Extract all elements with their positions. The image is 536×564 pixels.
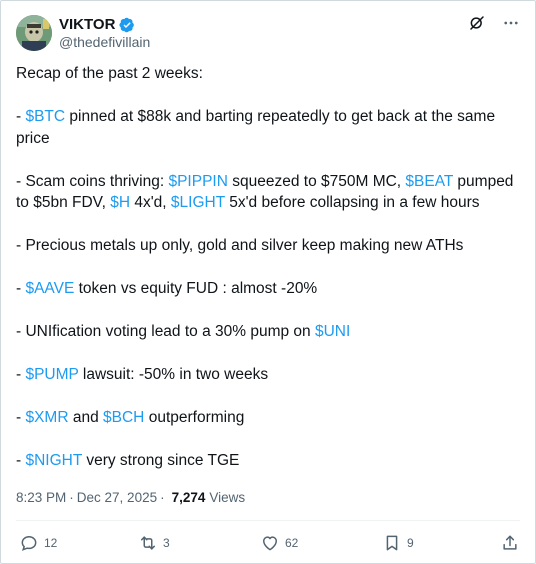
meta-separator: ·	[160, 490, 165, 505]
cashtag-night[interactable]: $NIGHT	[25, 452, 82, 469]
tweet-time[interactable]: 8:23 PM	[16, 490, 66, 505]
more-options-icon[interactable]	[501, 13, 521, 33]
tweet-intro: Recap of the past 2 weeks:	[16, 65, 203, 82]
tweet-meta: 8:23 PM · Dec 27, 2025 · 7,274 Views	[16, 490, 245, 505]
tweet-card: VIKTOR @thedefivillain Recap of the past…	[0, 0, 536, 564]
cashtag-xmr[interactable]: $XMR	[25, 409, 68, 426]
reply-button[interactable]: 12	[19, 533, 57, 553]
reply-count: 12	[44, 536, 58, 550]
tweet-date[interactable]: Dec 27, 2025	[77, 490, 157, 505]
bookmark-count: 9	[407, 536, 414, 550]
heart-icon	[263, 536, 277, 551]
share-button[interactable]	[500, 533, 520, 553]
item-text: lawsuit: -50% in two weeks	[78, 366, 269, 383]
bookmark-button[interactable]: 9	[382, 533, 414, 553]
item-text: 5x'd before collapsing in a few hours	[224, 194, 480, 211]
author-name-row: VIKTOR	[59, 16, 135, 33]
verified-badge-icon	[119, 17, 135, 33]
action-bar: 12 3 62 9	[1, 533, 535, 557]
cashtag-bch[interactable]: $BCH	[103, 409, 144, 426]
tweet-item-pump: - $PUMP lawsuit: -50% in two weeks	[16, 364, 522, 386]
cashtag-aave[interactable]: $AAVE	[25, 280, 74, 297]
cashtag-h[interactable]: $H	[110, 194, 130, 211]
grok-icon[interactable]	[467, 13, 487, 33]
divider	[16, 520, 520, 521]
like-button[interactable]: 62	[260, 533, 298, 553]
cashtag-btc[interactable]: $BTC	[25, 108, 65, 125]
bookmark-icon	[386, 535, 398, 551]
reply-icon	[21, 535, 37, 551]
cashtag-light[interactable]: $LIGHT	[171, 194, 225, 211]
tweet-item-btc: - $BTC pinned at $88k and barting repeat…	[16, 106, 522, 149]
author-handle[interactable]: @thedefivillain	[59, 34, 150, 50]
item-prefix: - UNIfication voting lead to a 30% pump …	[16, 323, 315, 340]
item-text: and	[68, 409, 104, 426]
views-label: Views	[209, 490, 246, 505]
tweet-item-scam: - Scam coins thriving: $PIPPIN squeezed …	[16, 171, 522, 214]
meta-separator: ·	[69, 490, 74, 505]
repost-count: 3	[163, 536, 170, 550]
avatar[interactable]	[16, 15, 52, 51]
item-prefix: - Scam coins thriving:	[16, 172, 169, 190]
item-text: 4x'd,	[130, 194, 171, 211]
repost-icon	[141, 536, 155, 550]
item-text: squeezed to $750M MC,	[227, 172, 406, 190]
tweet-item-aave: - $AAVE token vs equity FUD : almost -20…	[16, 278, 522, 300]
tweet-item-xmr-bch: - $XMR and $BCH outperforming	[16, 407, 522, 429]
author-display-name[interactable]: VIKTOR	[59, 16, 115, 33]
repost-button[interactable]: 3	[138, 533, 170, 553]
cashtag-uni[interactable]: $UNI	[315, 323, 350, 340]
tweet-item-metals: - Precious metals up only, gold and silv…	[16, 237, 464, 254]
item-text: pinned at $88k and barting repeatedly to…	[16, 108, 496, 147]
item-text: token vs equity FUD : almost -20%	[74, 280, 318, 297]
tweet-item-night: - $NIGHT very strong since TGE	[16, 450, 522, 472]
item-text: outperforming	[144, 409, 245, 426]
views-count[interactable]: 7,274	[172, 490, 206, 505]
top-actions	[467, 13, 521, 33]
cashtag-pippin[interactable]: $PIPPIN	[168, 173, 227, 190]
cashtag-pump[interactable]: $PUMP	[25, 366, 78, 383]
tweet-item-uni: - UNIfication voting lead to a 30% pump …	[16, 321, 522, 343]
share-icon	[503, 535, 517, 550]
cashtag-beat[interactable]: $BEAT	[405, 173, 453, 190]
item-text: very strong since TGE	[82, 452, 240, 469]
tweet-text: Recap of the past 2 weeks: - $BTC pinned…	[16, 63, 522, 472]
like-count: 62	[285, 536, 299, 550]
